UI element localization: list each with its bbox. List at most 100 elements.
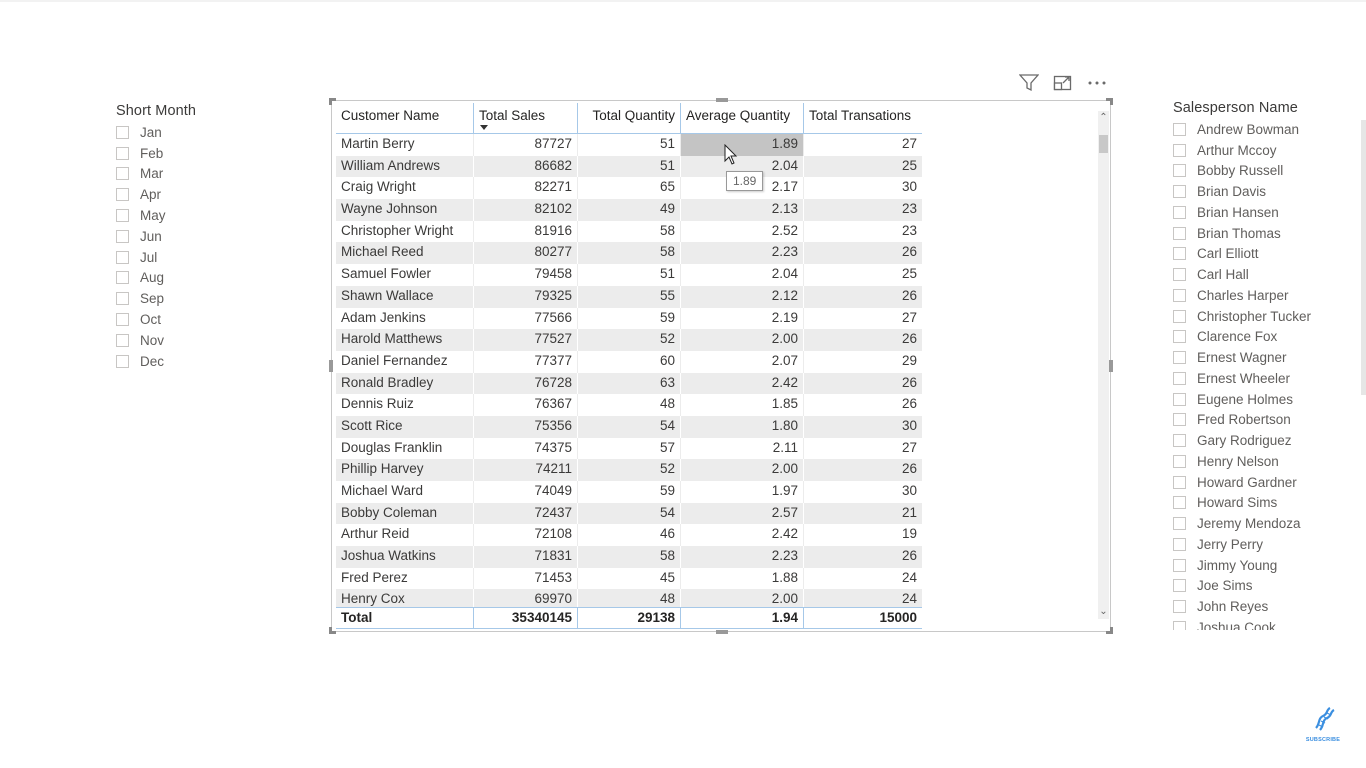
customer-name-cell[interactable]: Joshua Watkins — [336, 546, 474, 568]
checkbox[interactable] — [116, 250, 129, 264]
total-quantity-cell[interactable]: 52 — [578, 459, 681, 481]
customer-name-cell[interactable]: Bobby Coleman — [336, 502, 474, 525]
average-quantity-cell[interactable]: 2.00 — [681, 589, 804, 608]
checkbox[interactable] — [1173, 600, 1186, 614]
customer-name-cell[interactable]: Michael Reed — [336, 242, 474, 265]
checkbox[interactable] — [1173, 475, 1186, 489]
checkbox[interactable] — [1173, 351, 1186, 365]
customer-name-cell[interactable]: Shawn Wallace — [336, 285, 474, 308]
month-item[interactable]: Nov — [116, 330, 236, 351]
total-transactions-cell[interactable]: 26 — [804, 459, 922, 481]
slicer-scrollbar[interactable] — [1361, 120, 1366, 395]
total-transactions-cell[interactable]: 25 — [804, 264, 922, 286]
total-quantity-cell[interactable]: 48 — [578, 394, 681, 416]
checkbox[interactable] — [116, 354, 129, 368]
table-row[interactable]: Wayne Johnson 82102 49 2.13 23 — [336, 199, 922, 221]
total-quantity-cell[interactable]: 58 — [578, 242, 681, 265]
customer-name-cell[interactable]: Craig Wright — [336, 177, 474, 200]
total-transactions-cell[interactable]: 26 — [804, 329, 922, 351]
table-row[interactable]: Shawn Wallace 79325 55 2.12 26 — [336, 285, 922, 308]
average-quantity-cell[interactable]: 2.04 — [681, 264, 804, 286]
checkbox[interactable] — [1173, 454, 1186, 468]
checkbox[interactable] — [1173, 185, 1186, 199]
total-quantity-cell[interactable]: 46 — [578, 524, 681, 547]
salesperson-item[interactable]: Howard Gardner — [1173, 472, 1353, 493]
scroll-down-icon[interactable]: ⌄ — [1098, 605, 1109, 619]
customer-name-cell[interactable]: Daniel Fernandez — [336, 350, 474, 373]
table-visual[interactable]: Customer Name Total Sales Total Quantity… — [329, 98, 1113, 634]
customer-name-cell[interactable]: Phillip Harvey — [336, 459, 474, 481]
table-row[interactable]: Fred Perez 71453 45 1.88 24 — [336, 567, 922, 590]
salesperson-item[interactable]: Clarence Fox — [1173, 327, 1353, 348]
average-quantity-cell[interactable]: 2.12 — [681, 285, 804, 308]
total-sales-cell[interactable]: 74211 — [474, 459, 578, 481]
total-sales-cell[interactable]: 87727 — [474, 134, 578, 156]
customer-name-cell[interactable]: Fred Perez — [336, 567, 474, 590]
resize-handle-bottom-left[interactable] — [329, 627, 336, 634]
total-sales-cell[interactable]: 80277 — [474, 242, 578, 265]
checkbox[interactable] — [1173, 517, 1186, 531]
total-transactions-cell[interactable]: 26 — [804, 242, 922, 264]
salesperson-item[interactable]: Ernest Wheeler — [1173, 368, 1353, 389]
total-transactions-cell[interactable]: 26 — [804, 373, 922, 395]
average-quantity-cell[interactable]: 1.85 — [681, 394, 804, 416]
total-quantity-cell[interactable]: 45 — [578, 567, 681, 590]
average-quantity-cell[interactable]: 2.23 — [681, 546, 804, 568]
checkbox[interactable] — [1173, 620, 1186, 630]
total-sales-cell[interactable]: 76367 — [474, 394, 578, 416]
average-quantity-cell[interactable]: 1.89 — [681, 134, 804, 156]
resize-handle-bottom[interactable] — [716, 630, 728, 634]
table-row[interactable]: Daniel Fernandez 77377 60 2.07 29 — [336, 350, 922, 373]
table-row[interactable]: Bobby Coleman 72437 54 2.57 21 — [336, 502, 922, 525]
total-sales-cell[interactable]: 77377 — [474, 350, 578, 373]
checkbox[interactable] — [1173, 537, 1186, 551]
checkbox[interactable] — [1173, 558, 1186, 572]
table-row[interactable]: Christopher Wright 81916 58 2.52 23 — [336, 220, 922, 243]
table-row[interactable]: Scott Rice 75356 54 1.80 30 — [336, 415, 922, 438]
salesperson-item[interactable]: Ernest Wagner — [1173, 347, 1353, 368]
checkbox[interactable] — [1173, 122, 1186, 136]
table-row[interactable]: Douglas Franklin 74375 57 2.11 27 — [336, 437, 922, 460]
average-quantity-cell[interactable]: 2.42 — [681, 372, 804, 395]
salesperson-item[interactable]: Jeremy Mendoza — [1173, 513, 1353, 534]
column-header-total-quantity[interactable]: Total Quantity — [578, 103, 681, 133]
average-quantity-cell[interactable]: 2.57 — [681, 502, 804, 525]
total-sales-cell[interactable]: 82271 — [474, 177, 578, 200]
total-sales-cell[interactable]: 81916 — [474, 220, 578, 243]
total-transactions-cell[interactable]: 26 — [804, 394, 922, 416]
total-sales-cell[interactable]: 74375 — [474, 437, 578, 460]
table-row[interactable]: Craig Wright 82271 65 2.17 30 — [336, 177, 922, 200]
checkbox[interactable] — [1173, 288, 1186, 302]
checkbox[interactable] — [116, 333, 129, 347]
total-transactions-cell[interactable]: 30 — [804, 177, 922, 199]
more-options-icon[interactable] — [1086, 72, 1108, 94]
total-transactions-cell[interactable]: 30 — [804, 416, 922, 438]
subscribe-logo[interactable]: SUBSCRIBE — [1304, 706, 1342, 743]
total-quantity-cell[interactable]: 49 — [578, 199, 681, 221]
total-transactions-cell[interactable]: 26 — [804, 546, 922, 568]
salesperson-item[interactable]: Joe Sims — [1173, 576, 1353, 597]
total-sales-cell[interactable]: 79325 — [474, 285, 578, 308]
column-header-total-sales[interactable]: Total Sales — [474, 103, 578, 133]
total-sales-cell[interactable]: 72108 — [474, 524, 578, 547]
total-sales-cell[interactable]: 75356 — [474, 415, 578, 438]
total-sales-cell[interactable]: 82102 — [474, 199, 578, 221]
checkbox[interactable] — [1173, 309, 1186, 323]
total-quantity-cell[interactable]: 58 — [578, 220, 681, 243]
customer-name-cell[interactable]: Adam Jenkins — [336, 307, 474, 330]
total-quantity-cell[interactable]: 59 — [578, 307, 681, 330]
salesperson-item[interactable]: Gary Rodriguez — [1173, 430, 1353, 451]
salesperson-item[interactable]: Eugene Holmes — [1173, 389, 1353, 410]
average-quantity-cell[interactable]: 2.42 — [681, 524, 804, 547]
customer-name-cell[interactable]: Henry Cox — [336, 589, 474, 608]
customer-name-cell[interactable]: Harold Matthews — [336, 329, 474, 351]
total-quantity-cell[interactable]: 59 — [578, 481, 681, 503]
average-quantity-cell[interactable]: 1.97 — [681, 481, 804, 503]
table-row[interactable]: Michael Ward 74049 59 1.97 30 — [336, 481, 922, 503]
total-sales-cell[interactable]: 77566 — [474, 307, 578, 330]
checkbox[interactable] — [116, 167, 129, 181]
total-sales-cell[interactable]: 71831 — [474, 546, 578, 568]
average-quantity-cell[interactable]: 2.19 — [681, 307, 804, 330]
salesperson-item[interactable]: Carl Hall — [1173, 264, 1353, 285]
checkbox[interactable] — [116, 209, 129, 223]
